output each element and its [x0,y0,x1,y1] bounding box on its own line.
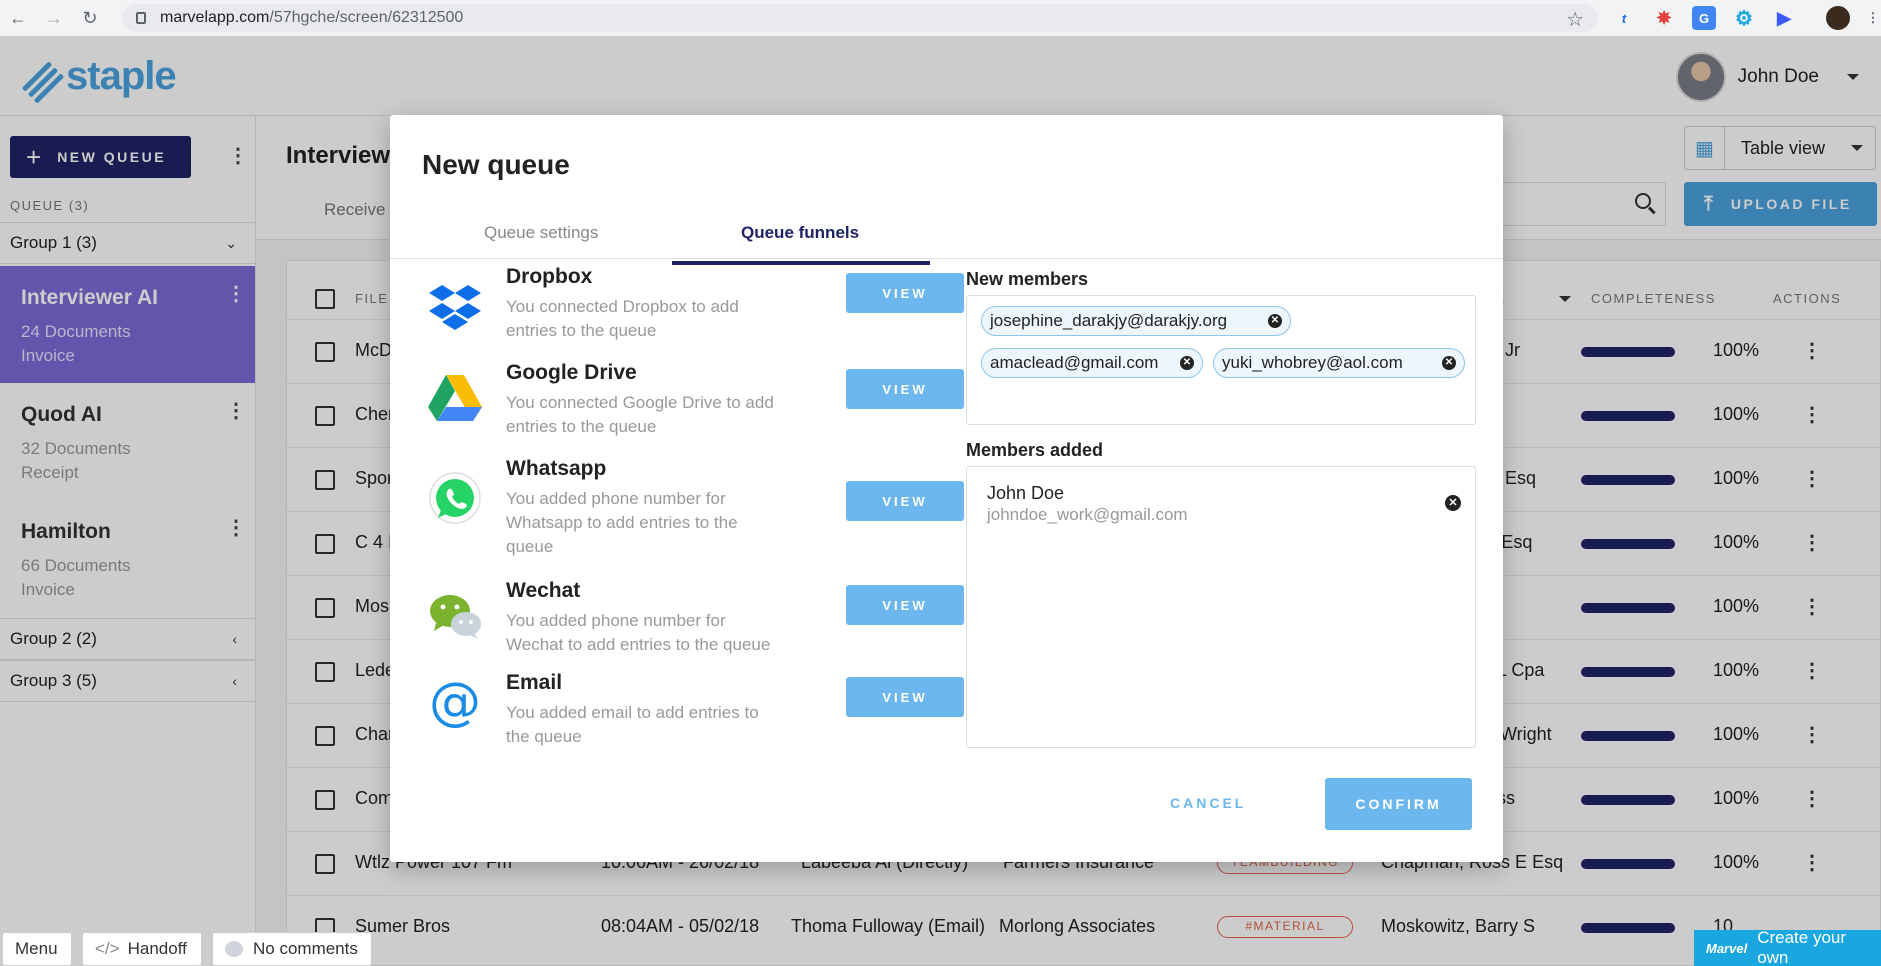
funnel-name: Google Drive [506,361,637,384]
funnel-description: You added phone number for Wechat to add… [506,611,771,654]
extension-play-icon[interactable]: ▶ [1772,6,1796,30]
funnel-description: You added email to add entries to the qu… [506,703,759,746]
marvel-comments-button[interactable]: No comments [212,932,372,966]
cancel-button[interactable]: CANCEL [1170,795,1246,811]
funnel-description: You connected Google Drive to add entrie… [506,393,774,436]
new-queue-modal: New queue Queue settings Queue funnels D… [390,115,1503,862]
member-email: josephine_darakjy@darakjy.org [990,311,1228,330]
reload-icon[interactable]: ↻ [72,0,108,36]
member-chip: yuki_whobrey@aol.com ✕ [1213,348,1465,378]
extension-swirl-icon[interactable]: ✵ [1652,6,1676,30]
marvel-handoff-button[interactable]: </> Handoff [82,932,202,966]
comment-icon [225,941,243,957]
whatsapp-icon [429,472,481,524]
marvel-logo-icon: Marvel [1706,940,1748,956]
profile-avatar-icon[interactable] [1826,6,1850,30]
member-email: amaclead@gmail.com [990,353,1159,372]
remove-chip-icon[interactable]: ✕ [1268,314,1282,328]
remove-member-icon[interactable]: ✕ [1445,495,1461,511]
new-members-label: New members [966,269,1089,289]
funnel-name: Wechat [506,579,581,602]
lock-icon [136,12,146,24]
wechat-icon [430,595,481,639]
member-email: yuki_whobrey@aol.com [1222,353,1403,372]
google-drive-view-button[interactable]: VIEW [846,369,964,409]
translate-icon[interactable]: G [1692,6,1716,30]
menu-label: Menu [15,939,58,958]
url-text: marvelapp.com/57hgche/screen/62312500 [160,9,464,26]
confirm-button[interactable]: CONFIRM [1325,778,1472,830]
new-members-input[interactable]: josephine_darakjy@darakjy.org ✕ amaclead… [966,295,1476,425]
active-tab-indicator [672,261,930,265]
bookmark-star-icon[interactable]: ☆ [1566,7,1584,32]
address-bar[interactable]: marvelapp.com/57hgche/screen/62312500 ☆ [122,4,1598,32]
member-chip: josephine_darakjy@darakjy.org ✕ [981,306,1291,336]
funnel-name: Email [506,671,563,694]
funnel-name: Whatsapp [506,457,607,480]
google-drive-icon [428,375,482,421]
member-chip: amaclead@gmail.com ✕ [981,348,1203,378]
modal-tabs: Queue settings Queue funnels [390,207,1503,259]
comments-label: No comments [253,939,358,958]
code-icon: </> [95,939,120,958]
browser-toolbar: ← → ↻ marvelapp.com/57hgche/screen/62312… [0,0,1881,36]
funnel-name: Dropbox [506,265,593,288]
create-label: Create your own [1757,928,1847,966]
tab-queue-funnels[interactable]: Queue funnels [741,223,859,243]
at-icon: @ [429,672,481,732]
chrome-menu-icon[interactable]: ⋮ [1866,6,1880,30]
extension-gear-icon[interactable]: ⚙ [1732,6,1756,30]
dropbox-view-button[interactable]: VIEW [846,273,964,313]
remove-chip-icon[interactable]: ✕ [1442,356,1456,370]
extension-t-icon[interactable]: t [1612,6,1636,30]
forward-icon[interactable]: → [36,0,72,36]
create-your-own-button[interactable]: Marvel Create your own [1694,928,1881,966]
wechat-view-button[interactable]: VIEW [846,585,964,625]
added-member-email: johndoe_work@gmail.com [987,505,1188,524]
tab-queue-settings[interactable]: Queue settings [484,223,598,243]
funnel-description: You added phone number for Whatsapp to a… [506,489,738,556]
dropbox-icon [429,285,481,330]
added-member-name: John Doe [987,483,1065,503]
remove-chip-icon[interactable]: ✕ [1180,356,1194,370]
members-added-label: Members added [966,440,1104,460]
members-added-list: John Doe johndoe_work@gmail.com ✕ [966,466,1476,748]
whatsapp-view-button[interactable]: VIEW [846,481,964,521]
handoff-label: Handoff [127,939,187,958]
marvel-menu-button[interactable]: Menu [2,932,72,966]
email-view-button[interactable]: VIEW [846,677,964,717]
funnel-description: You connected Dropbox to add entries to … [506,297,739,340]
modal-title: New queue [422,149,570,180]
back-icon[interactable]: ← [0,0,36,36]
